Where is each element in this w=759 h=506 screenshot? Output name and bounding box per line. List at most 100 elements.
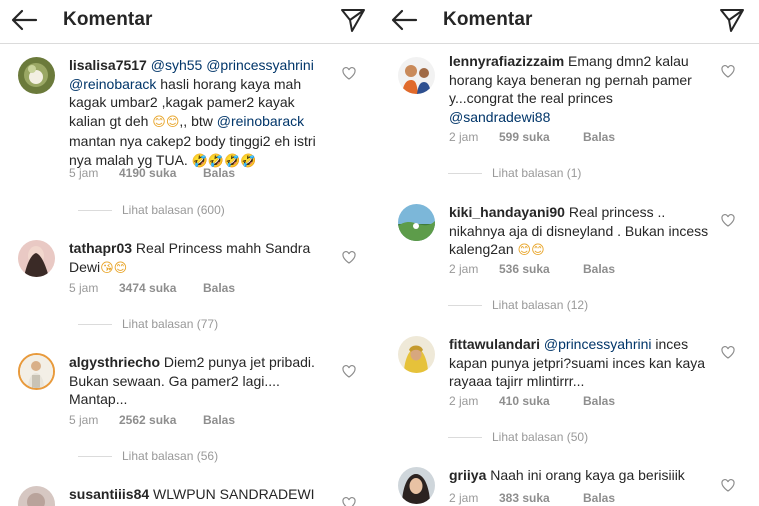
- back-arrow-icon[interactable]: [390, 8, 418, 32]
- like-count[interactable]: 536 suka: [499, 261, 583, 277]
- comment-time: 5 jam: [69, 166, 99, 180]
- comment-text: kiki_handayani90 Real princess .. nikahn…: [449, 203, 714, 261]
- like-count[interactable]: 3474 suka: [119, 280, 203, 296]
- view-replies-link[interactable]: Lihat balasan (56): [78, 448, 218, 464]
- avatar[interactable]: [18, 486, 55, 506]
- header-title: Komentar: [63, 9, 153, 30]
- heart-icon[interactable]: [721, 214, 735, 227]
- like-count[interactable]: 383 suka: [499, 490, 583, 506]
- mention-link[interactable]: @princessyahrini: [544, 336, 652, 352]
- heart-icon[interactable]: [342, 67, 356, 80]
- comment-username[interactable]: algysthriecho: [69, 354, 160, 370]
- header-title: Komentar: [443, 9, 533, 30]
- mention-link[interactable]: @reinobarack: [217, 113, 304, 129]
- avatar[interactable]: [398, 336, 435, 373]
- comment-meta: 2 jam 536 suka Balas: [449, 261, 615, 277]
- emoji: 😊😊: [517, 243, 545, 258]
- avatar[interactable]: [398, 204, 435, 241]
- comment-meta: 5 jam 3474 suka Balas: [69, 280, 235, 296]
- header-bar: Komentar: [380, 0, 759, 44]
- comment-time: 5 jam: [69, 281, 99, 295]
- replies-divider: [78, 324, 112, 326]
- comment-username[interactable]: griiya: [449, 467, 486, 483]
- view-replies-link[interactable]: Lihat balasan (12): [448, 297, 588, 313]
- heart-icon[interactable]: [721, 479, 735, 492]
- emoji: 😘😊: [100, 260, 128, 276]
- comment-time: 2 jam: [449, 130, 479, 144]
- comment-time: 5 jam: [69, 413, 99, 427]
- replies-divider: [78, 456, 112, 458]
- reply-button[interactable]: Balas: [583, 490, 615, 506]
- reply-button[interactable]: Balas: [203, 165, 235, 181]
- heart-icon[interactable]: [342, 497, 356, 506]
- view-replies-label: Lihat balasan (50): [492, 430, 589, 444]
- comment-text: algysthriecho Diem2 punya jet pribadi. B…: [69, 353, 334, 409]
- comment-text: lennyrafiazizzaim Emang dmn2 kalau horan…: [449, 52, 714, 126]
- mention-link[interactable]: @princessyahrini: [206, 57, 314, 73]
- comment-body: WLWPUN SANDRADEWI: [149, 486, 315, 502]
- replies-divider: [448, 305, 482, 307]
- reply-button[interactable]: Balas: [203, 280, 235, 296]
- reply-button[interactable]: Balas: [583, 261, 615, 277]
- mention-link[interactable]: @syh55: [151, 57, 203, 73]
- view-replies-link[interactable]: Lihat balasan (50): [448, 429, 588, 445]
- like-count[interactable]: 2562 suka: [119, 412, 203, 428]
- comment-text: tathapr03 Real Princess mahh Sandra Dewi…: [69, 239, 334, 278]
- reply-button[interactable]: Balas: [203, 412, 235, 428]
- comment-meta: 2 jam 383 suka Balas: [449, 490, 615, 506]
- comment-text: lisalisa7517 @syh55 @princessyahrini @re…: [69, 56, 334, 171]
- heart-icon[interactable]: [721, 65, 735, 78]
- comment-username[interactable]: kiki_handayani90: [449, 204, 565, 220]
- comment-time: 2 jam: [449, 262, 479, 276]
- comment-username[interactable]: lisalisa7517: [69, 57, 147, 73]
- view-replies-label: Lihat balasan (1): [492, 166, 582, 180]
- back-arrow-icon[interactable]: [10, 8, 38, 32]
- replies-divider: [448, 437, 482, 439]
- comment-time: 2 jam: [449, 491, 479, 505]
- comment-body: ,, btw: [179, 112, 217, 129]
- comment-username[interactable]: fittawulandari: [449, 336, 540, 352]
- reply-button[interactable]: Balas: [583, 129, 615, 145]
- comments-panel-left: Komentar lisalisa7517 @syh55 @princessya…: [0, 0, 380, 506]
- replies-divider: [448, 173, 482, 175]
- comment-meta: 2 jam 410 suka Balas: [449, 393, 615, 409]
- avatar[interactable]: [398, 467, 435, 504]
- avatar[interactable]: [18, 57, 55, 94]
- heart-icon[interactable]: [721, 346, 735, 359]
- like-count[interactable]: 599 suka: [499, 129, 583, 145]
- view-replies-label: Lihat balasan (77): [122, 317, 219, 331]
- comment-meta: 2 jam 599 suka Balas: [449, 129, 615, 145]
- comment-text: susantiiis84 WLWPUN SANDRADEWI: [69, 485, 334, 504]
- like-count[interactable]: 4190 suka: [119, 165, 203, 181]
- view-replies-link[interactable]: Lihat balasan (600): [78, 202, 225, 218]
- emoji: 😊😊: [152, 114, 180, 130]
- view-replies-label: Lihat balasan (600): [122, 203, 225, 217]
- comments-panel-right: Komentar lennyrafiazizzaim Emang dmn2 ka…: [380, 0, 759, 506]
- view-replies-label: Lihat balasan (56): [122, 449, 219, 463]
- view-replies-label: Lihat balasan (12): [492, 298, 589, 312]
- avatar[interactable]: [18, 240, 55, 277]
- comment-text: griiya Naah ini orang kaya ga berisiiik: [449, 466, 714, 485]
- comment-username[interactable]: lennyrafiazizzaim: [449, 53, 564, 69]
- direct-message-icon[interactable]: [340, 7, 366, 33]
- view-replies-link[interactable]: Lihat balasan (1): [448, 165, 581, 181]
- comment-time: 2 jam: [449, 394, 479, 408]
- comment-body: Naah ini orang kaya ga berisiiik: [486, 467, 685, 483]
- comment-meta: 5 jam 2562 suka Balas: [69, 412, 235, 428]
- comment-username[interactable]: susantiiis84: [69, 486, 149, 502]
- avatar[interactable]: [18, 353, 55, 390]
- reply-button[interactable]: Balas: [583, 393, 615, 409]
- comment-meta: 5 jam 4190 suka Balas: [69, 165, 235, 181]
- header-bar: Komentar: [0, 0, 380, 44]
- comment-text: fittawulandari @princessyahrini inces ka…: [449, 335, 714, 391]
- replies-divider: [78, 210, 112, 212]
- heart-icon[interactable]: [342, 365, 356, 378]
- mention-link[interactable]: @sandradewi88: [449, 109, 550, 125]
- mention-link[interactable]: @reinobarack: [69, 76, 156, 92]
- heart-icon[interactable]: [342, 251, 356, 264]
- view-replies-link[interactable]: Lihat balasan (77): [78, 316, 218, 332]
- like-count[interactable]: 410 suka: [499, 393, 583, 409]
- direct-message-icon[interactable]: [719, 7, 745, 33]
- comment-username[interactable]: tathapr03: [69, 240, 132, 256]
- avatar[interactable]: [398, 57, 435, 94]
